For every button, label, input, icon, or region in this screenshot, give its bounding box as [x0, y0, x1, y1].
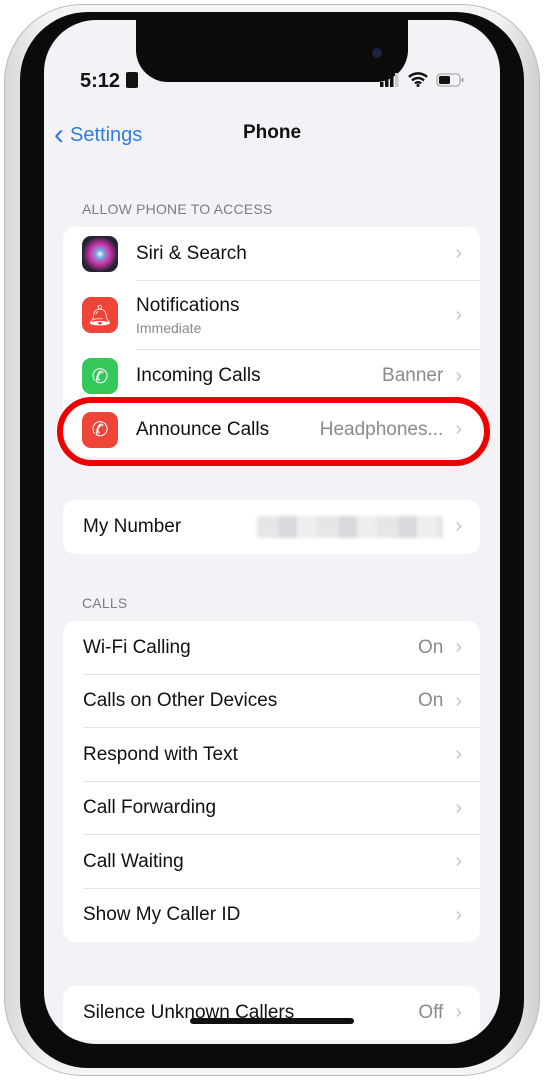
my-number-group: My Number › [63, 500, 480, 554]
page-title: Phone [242, 122, 302, 143]
redacted-number [257, 515, 444, 538]
camera [372, 48, 382, 58]
contact-card-icon [125, 72, 138, 88]
incoming-call-icon: ✆ [82, 358, 118, 395]
chevron-right-icon: › [455, 242, 462, 265]
battery-icon [436, 73, 464, 86]
row-call-forwarding[interactable]: Call Forwarding › [63, 782, 480, 836]
highlight-annotation [57, 397, 490, 466]
row-siri-search[interactable]: Siri & Search › [63, 227, 480, 281]
calls-group: Wi-Fi Calling On › Calls on Other Devices O… [63, 621, 480, 942]
chevron-right-icon: › [455, 515, 462, 538]
row-wifi-calling[interactable]: Wi-Fi Calling On › [63, 621, 480, 675]
row-my-number[interactable]: My Number › [63, 500, 480, 554]
row-calls-other-devices[interactable]: Calls on Other Devices On › [63, 675, 480, 729]
section-header-access: ALLOW PHONE TO ACCESS [82, 201, 273, 217]
silence-group: Silence Unknown Callers Off › [63, 986, 480, 1040]
status-time: 5:12 [80, 70, 138, 93]
row-incoming-calls[interactable]: ✆ Incoming Calls Banner › [63, 350, 480, 404]
row-call-waiting[interactable]: Call Waiting › [63, 835, 480, 889]
phone-screen: 5:12 ‹ Settings Phone ALLOW PHONE TO ACCE… [44, 20, 500, 1044]
signal-icon [380, 72, 399, 87]
row-silence-unknown[interactable]: Silence Unknown Callers Off › [63, 986, 480, 1040]
home-indicator[interactable] [190, 1018, 354, 1024]
chevron-right-icon: › [455, 850, 462, 873]
notch [136, 20, 408, 82]
row-notifications[interactable]: 🔔︎ Notifications Immediate › [63, 281, 480, 350]
chevron-right-icon: › [455, 1001, 462, 1024]
row-respond-with-text[interactable]: Respond with Text › [63, 728, 480, 782]
chevron-right-icon: › [455, 636, 462, 659]
section-header-calls: CALLS [82, 595, 128, 611]
chevron-right-icon: › [455, 303, 462, 326]
wifi-icon [408, 72, 428, 87]
chevron-right-icon: › [455, 796, 462, 819]
siri-icon [82, 235, 118, 272]
row-show-caller-id[interactable]: Show My Caller ID › [63, 889, 480, 943]
chevron-right-icon: › [455, 689, 462, 712]
chevron-right-icon: › [455, 743, 462, 766]
bell-icon: 🔔︎ [82, 297, 118, 333]
chevron-right-icon: › [455, 364, 462, 387]
status-icons [380, 72, 464, 87]
chevron-right-icon: › [455, 903, 462, 926]
